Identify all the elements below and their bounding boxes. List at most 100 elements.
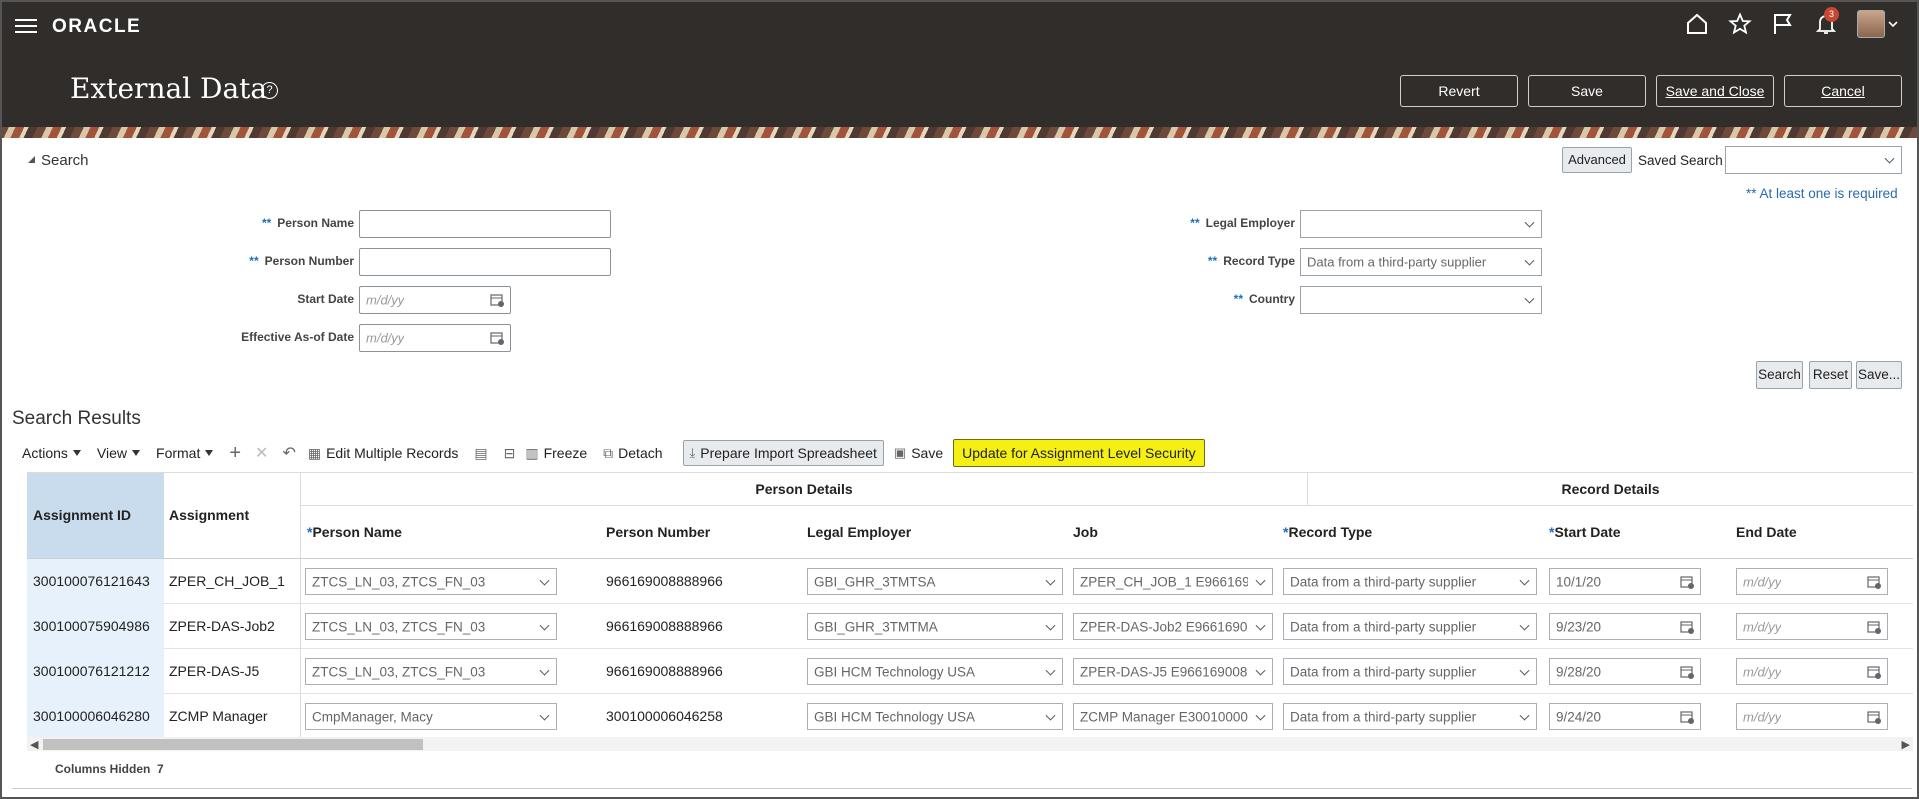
start-date-input[interactable]: 10/1/20 [1549,568,1701,595]
query-by-example-button[interactable]: ⊟ [504,445,516,462]
country-select[interactable] [1300,286,1542,314]
end-date-header[interactable]: End Date [1736,506,1797,558]
table-row[interactable]: 300100006046280 ZCMP Manager CmpManager, M… [27,694,1913,737]
start-date-header[interactable]: *Start Date [1549,506,1621,558]
person-name-input[interactable] [359,210,611,238]
undo-button[interactable]: ↶ [282,443,295,463]
advanced-search-button[interactable]: Advanced [1562,147,1632,173]
person-name-header[interactable]: *Person Name [307,506,402,558]
legal-employer-select[interactable]: GBI HCM Technology USA [807,658,1063,685]
calendar-icon[interactable] [1680,665,1694,679]
calendar-icon[interactable] [490,293,504,307]
end-date-input[interactable]: m/d/yy [1736,703,1888,730]
assignment-header[interactable]: Assignment [169,489,249,541]
assignment-id-header[interactable]: Assignment ID [33,489,131,541]
record-type-select[interactable]: Data from a third-party supplier [1283,613,1537,640]
person-number-label-text: Person Number [264,254,354,268]
delete-row-button[interactable]: ✕ [255,443,268,463]
search-button[interactable]: Search [1756,361,1803,389]
add-row-button[interactable]: + [229,442,241,465]
job-header[interactable]: Job [1073,506,1098,558]
start-date-input[interactable]: 9/28/20 [1549,658,1701,685]
detach-button[interactable]: ⧉ Detach [603,445,662,462]
job-select[interactable]: ZPER-DAS-J5 E966169008 [1073,658,1273,685]
end-date-input[interactable]: m/d/yy [1736,613,1888,640]
chevron-down-icon [1045,575,1056,586]
legal-employer-select[interactable] [1300,210,1542,238]
record-type-select[interactable]: Data from a third-party supplier [1283,568,1537,595]
record-type-select[interactable]: Data from a third-party supplier [1300,248,1542,276]
person-number-input[interactable] [359,248,611,276]
person-name-select[interactable]: ZTCS_LN_03, ZTCS_FN_03 [305,568,557,595]
record-type-select[interactable]: Data from a third-party supplier [1283,703,1537,730]
table-row[interactable]: 300100075904986 ZPER-DAS-Job2 ZTCS_LN_03, … [27,604,1913,649]
watchlist-flag-icon[interactable] [1771,12,1795,36]
favorites-star-icon[interactable] [1728,12,1752,36]
prepare-import-spreadsheet-button[interactable]: ⤓ Prepare Import Spreadsheet [682,440,884,466]
record-type-select[interactable]: Data from a third-party supplier [1283,658,1537,685]
cancel-button[interactable]: Cancel [1784,75,1902,107]
calendar-icon[interactable] [1680,620,1694,634]
actions-menu[interactable]: Actions [22,445,81,461]
effective-date-placeholder: m/d/yy [366,330,405,346]
avatar [1857,10,1885,38]
job-select[interactable]: ZPER-DAS-Job2 E9661690( [1073,613,1273,640]
update-assignment-security-button[interactable]: Update for Assignment Level Security [953,439,1205,467]
job-select[interactable]: ZCMP Manager E30010000( [1073,703,1273,730]
record-type-header[interactable]: *Record Type [1283,506,1372,558]
start-date-input[interactable]: 9/23/20 [1549,613,1701,640]
save-and-close-button[interactable]: Save and Close [1656,75,1774,107]
columns-button[interactable]: ▤ [474,445,487,462]
calendar-icon[interactable] [1680,710,1694,724]
required-note: ** At least one is required [1746,186,1898,201]
help-icon[interactable]: ? [261,82,278,99]
person-name-select[interactable]: ZTCS_LN_03, ZTCS_FN_03 [305,658,557,685]
chevron-down-icon [1519,575,1530,586]
user-menu[interactable] [1857,10,1899,38]
person-name-select[interactable]: ZTCS_LN_03, ZTCS_FN_03 [305,613,557,640]
search-section-toggle[interactable]: Search [28,152,89,169]
saved-search-select[interactable] [1725,146,1902,174]
legal-employer-header[interactable]: Legal Employer [807,506,911,558]
save-button[interactable]: Save [1528,75,1646,107]
results-save-button[interactable]: ▣ Save [894,445,943,461]
edit-multiple-icon: ▦ [307,444,322,461]
end-date-input[interactable]: m/d/yy [1736,658,1888,685]
legal-employer-select[interactable]: GBI HCM Technology USA [807,703,1063,730]
legal-employer-select[interactable]: GBI_GHR_3TMTMA [807,613,1063,640]
person-number-header[interactable]: Person Number [606,506,710,558]
reset-button[interactable]: Reset [1809,361,1852,389]
scroll-left-icon[interactable]: ◀ [30,738,38,751]
chevron-down-icon [1255,575,1266,586]
end-date-input[interactable]: m/d/yy [1736,568,1888,595]
oracle-logo: ORACLE [52,16,142,37]
legal-employer-select[interactable]: GBI_GHR_3TMTSA [807,568,1063,595]
revert-button[interactable]: Revert [1400,75,1518,107]
chevron-down-icon [1255,665,1266,676]
scroll-right-icon[interactable]: ▶ [1902,738,1910,751]
format-menu[interactable]: Format [156,445,214,461]
edit-multiple-records-button[interactable]: ▦ Edit Multiple Records [308,445,459,462]
calendar-icon[interactable] [1867,710,1881,724]
job-select[interactable]: ZPER_CH_JOB_1 E9661690 [1073,568,1273,595]
table-row[interactable]: 300100076121212 ZPER-DAS-J5 ZTCS_LN_03, ZT… [27,649,1913,694]
scrollbar-thumb[interactable] [43,739,423,750]
start-date-input[interactable]: 9/24/20 [1549,703,1701,730]
calendar-icon[interactable] [1680,575,1694,589]
home-icon[interactable] [1685,12,1709,36]
effective-date-input[interactable]: m/d/yy [359,324,511,352]
save-search-button[interactable]: Save... [1856,361,1902,389]
calendar-icon[interactable] [1867,620,1881,634]
freeze-button[interactable]: ▥ Freeze [525,445,587,462]
view-menu[interactable]: View [97,445,141,461]
start-date-input[interactable]: m/d/yy [359,286,511,314]
hamburger-menu-icon[interactable] [15,16,37,36]
calendar-icon[interactable] [1867,575,1881,589]
calendar-icon[interactable] [490,331,504,345]
notifications-button[interactable]: 3 [1814,7,1839,36]
calendar-icon[interactable] [1867,665,1881,679]
table-row[interactable]: 300100076121643 ZPER_CH_JOB_1 ZTCS_LN_03, … [27,559,1913,604]
chevron-down-icon [539,665,550,676]
person-name-select[interactable]: CmpManager, Macy [305,703,557,730]
horizontal-scrollbar[interactable]: ◀ ▶ [27,737,1913,751]
